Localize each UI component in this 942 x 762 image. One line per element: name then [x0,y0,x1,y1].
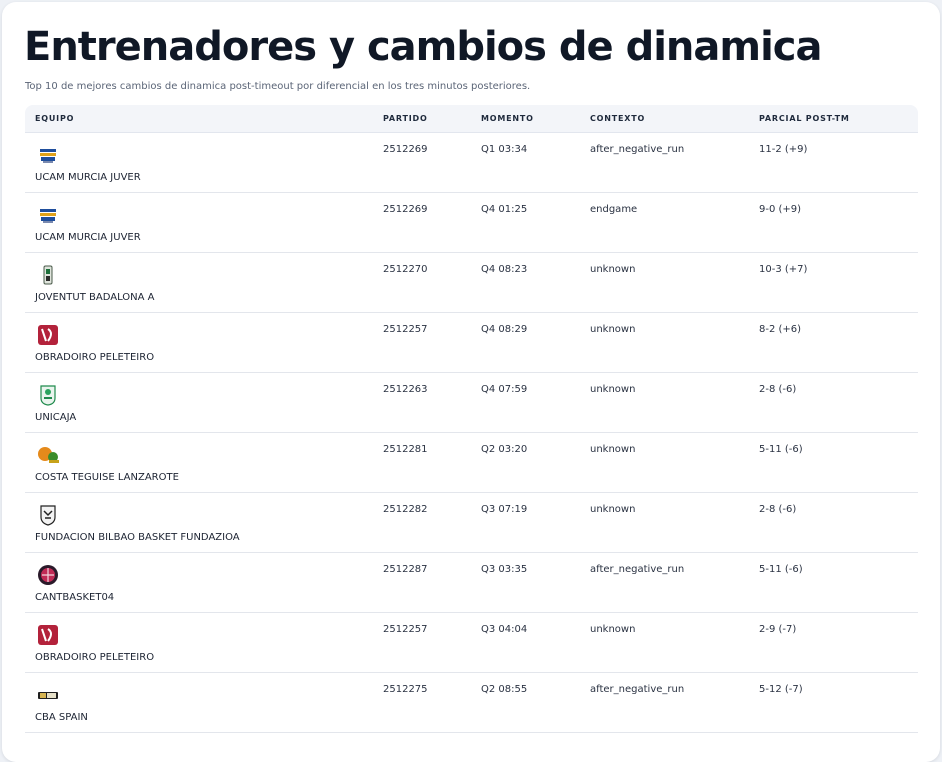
parcial-cell: 8-2 (+6) [759,324,802,335]
team-name: OBRADOIRO PELETEIRO [35,652,155,663]
contexto-cell: unknown [590,504,636,515]
partido-cell: 2512287 [383,564,428,575]
partido-cell: 2512257 [383,624,428,635]
cantbasket-logo [36,563,60,587]
content-card: Entrenadores y cambios de dinamica Top 1… [2,2,940,762]
partido-cell: 2512263 [383,384,428,395]
team-name: UCAM MURCIA JUVER [35,172,141,183]
parcial-cell: 2-8 (-6) [759,384,797,395]
team-name: UCAM MURCIA JUVER [35,232,141,243]
header-partido[interactable]: PARTIDO [383,114,428,123]
contexto-cell: unknown [590,324,636,335]
table-row[interactable]: UCAM MURCIA JUVER 2512269 Q4 01:25 endga… [25,193,918,253]
obradoiro-logo [36,623,60,647]
contexto-cell: endgame [590,204,638,215]
obradoiro-logo [36,323,60,347]
table-row[interactable]: OBRADOIRO PELETEIRO 2512257 Q3 04:04 unk… [25,613,918,673]
momento-cell: Q4 01:25 [481,204,528,215]
team-name: CBA SPAIN [35,712,88,723]
partido-cell: 2512281 [383,444,428,455]
parcial-cell: 11-2 (+9) [759,144,808,155]
contexto-cell: unknown [590,264,636,275]
header-momento[interactable]: MOMENTO [481,114,534,123]
contexto-cell: unknown [590,444,636,455]
parcial-cell: 2-8 (-6) [759,504,797,515]
timeouts-table: EQUIPO PARTIDO MOMENTO CONTEXTO PARCIAL … [25,105,918,733]
parcial-cell: 2-9 (-7) [759,624,797,635]
table-row[interactable]: OBRADOIRO PELETEIRO 2512257 Q4 08:29 unk… [25,313,918,373]
bilbao-logo [36,503,60,527]
unicaja-logo [36,383,60,407]
table-row[interactable]: COSTA TEGUISE LANZAROTE 2512281 Q2 03:20… [25,433,918,493]
team-name: COSTA TEGUISE LANZAROTE [35,472,179,483]
momento-cell: Q2 03:20 [481,444,528,455]
page-subtitle: Top 10 de mejores cambios de dinamica po… [25,81,531,92]
parcial-cell: 5-11 (-6) [759,444,803,455]
partido-cell: 2512269 [383,144,428,155]
table-header: EQUIPO PARTIDO MOMENTO CONTEXTO PARCIAL … [25,105,918,133]
contexto-cell: unknown [590,624,636,635]
team-name: FUNDACION BILBAO BASKET FUNDAZIOA [35,532,240,543]
contexto-cell: after_negative_run [590,144,685,155]
header-contexto[interactable]: CONTEXTO [590,114,645,123]
joventut-logo [36,263,60,287]
momento-cell: Q4 08:23 [481,264,528,275]
table-row[interactable]: JOVENTUT BADALONA A 2512270 Q4 08:23 unk… [25,253,918,313]
momento-cell: Q3 03:35 [481,564,528,575]
parcial-cell: 5-11 (-6) [759,564,803,575]
table-body: UCAM MURCIA JUVER 2512269 Q1 03:34 after… [25,133,918,733]
team-name: CANTBASKET04 [35,592,115,603]
ucam-logo [36,203,60,227]
partido-cell: 2512275 [383,684,428,695]
contexto-cell: unknown [590,384,636,395]
momento-cell: Q3 04:04 [481,624,528,635]
partido-cell: 2512282 [383,504,428,515]
team-name: OBRADOIRO PELETEIRO [35,352,155,363]
momento-cell: Q1 03:34 [481,144,528,155]
cba-logo [36,683,60,707]
team-name: JOVENTUT BADALONA A [35,292,155,303]
team-name: UNICAJA [35,412,77,423]
momento-cell: Q3 07:19 [481,504,528,515]
momento-cell: Q2 08:55 [481,684,528,695]
lanzarote-logo [36,443,60,467]
ucam-logo [36,143,60,167]
table-row[interactable]: UNICAJA 2512263 Q4 07:59 unknown 2-8 (-6… [25,373,918,433]
header-parcial[interactable]: PARCIAL POST-TM [759,114,850,123]
partido-cell: 2512270 [383,264,428,275]
contexto-cell: after_negative_run [590,684,685,695]
parcial-cell: 10-3 (+7) [759,264,808,275]
parcial-cell: 5-12 (-7) [759,684,803,695]
page-title: Entrenadores y cambios de dinamica [24,24,822,70]
contexto-cell: after_negative_run [590,564,685,575]
momento-cell: Q4 08:29 [481,324,528,335]
partido-cell: 2512269 [383,204,428,215]
table-row[interactable]: CANTBASKET04 2512287 Q3 03:35 after_nega… [25,553,918,613]
momento-cell: Q4 07:59 [481,384,528,395]
partido-cell: 2512257 [383,324,428,335]
table-row[interactable]: FUNDACION BILBAO BASKET FUNDAZIOA 251228… [25,493,918,553]
table-row[interactable]: CBA SPAIN 2512275 Q2 08:55 after_negativ… [25,673,918,733]
table-row[interactable]: UCAM MURCIA JUVER 2512269 Q1 03:34 after… [25,133,918,193]
parcial-cell: 9-0 (+9) [759,204,802,215]
header-equipo[interactable]: EQUIPO [35,114,74,123]
